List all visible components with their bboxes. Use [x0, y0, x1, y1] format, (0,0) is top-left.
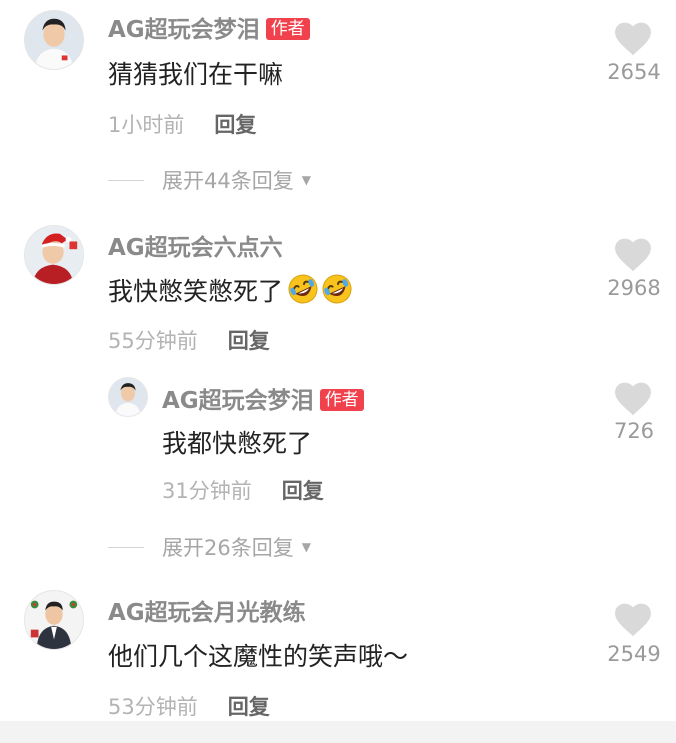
reply-button[interactable]: 回复	[228, 695, 270, 719]
divider	[108, 547, 144, 548]
reply-text: 我都快憋死了	[162, 429, 313, 458]
heart-icon[interactable]	[614, 22, 652, 56]
avatar-portrait-icon	[25, 591, 83, 649]
comment-text: 我快憋笑憋死了	[108, 272, 353, 308]
like-count: 2549	[607, 642, 661, 666]
comment-text-body: 我快憋笑憋死了	[108, 277, 284, 306]
username-text[interactable]: AG超玩会梦泪	[108, 17, 260, 43]
username[interactable]: AG超玩会梦泪 作者	[162, 381, 364, 415]
bottom-bar	[0, 721, 676, 743]
comment-meta: 1小时前 回复	[108, 109, 256, 139]
username-text[interactable]: AG超玩会梦泪	[162, 388, 314, 414]
avatar[interactable]	[24, 225, 84, 285]
like-button[interactable]	[614, 22, 654, 56]
expand-replies-label[interactable]: 展开26条回复	[162, 536, 294, 560]
rofl-emoji-icon	[287, 273, 319, 305]
caret-down-icon[interactable]: ▼	[302, 173, 311, 187]
reply-button[interactable]: 回复	[214, 113, 256, 137]
reply-button[interactable]: 回复	[228, 329, 270, 353]
reply-meta: 31分钟前 回复	[162, 475, 324, 505]
like-button[interactable]	[614, 603, 654, 637]
avatar[interactable]	[24, 590, 84, 650]
heart-icon[interactable]	[614, 382, 652, 416]
expand-replies[interactable]: 展开44条回复 ▼	[108, 165, 311, 195]
like-count: 2968	[607, 276, 661, 300]
username[interactable]: AG超玩会梦泪 作者	[108, 10, 310, 44]
divider	[108, 180, 144, 181]
username[interactable]: AG超玩会月光教练	[108, 593, 306, 627]
avatar-portrait-icon	[25, 226, 83, 284]
avatar-portrait-icon	[25, 11, 83, 69]
heart-icon[interactable]	[614, 238, 652, 272]
avatar[interactable]	[108, 377, 148, 417]
author-badge: 作者	[319, 389, 364, 411]
username[interactable]: AG超玩会六点六	[108, 228, 283, 262]
avatar[interactable]	[24, 10, 84, 70]
comment-meta: 53分钟前 回复	[108, 691, 270, 721]
like-count: 2654	[607, 60, 661, 84]
comment-text: 猜猜我们在干嘛	[108, 60, 284, 89]
expand-replies[interactable]: 展开26条回复 ▼	[108, 532, 311, 562]
reply-time: 31分钟前	[162, 479, 252, 503]
like-count: 726	[613, 419, 655, 443]
comment-time: 53分钟前	[108, 695, 198, 719]
like-button[interactable]	[614, 238, 654, 272]
heart-icon[interactable]	[614, 603, 652, 637]
caret-down-icon[interactable]: ▼	[302, 540, 311, 554]
comment-time: 55分钟前	[108, 329, 198, 353]
author-badge: 作者	[265, 18, 310, 40]
comment-meta: 55分钟前 回复	[108, 325, 270, 355]
rofl-emoji-icon	[321, 273, 353, 305]
reply-button[interactable]: 回复	[282, 479, 324, 503]
like-button[interactable]	[614, 382, 654, 416]
expand-replies-label[interactable]: 展开44条回复	[162, 169, 294, 193]
avatar-portrait-icon	[109, 378, 147, 416]
comment-time: 1小时前	[108, 113, 185, 137]
comment-text: 他们几个这魔性的笑声哦～	[108, 642, 409, 671]
